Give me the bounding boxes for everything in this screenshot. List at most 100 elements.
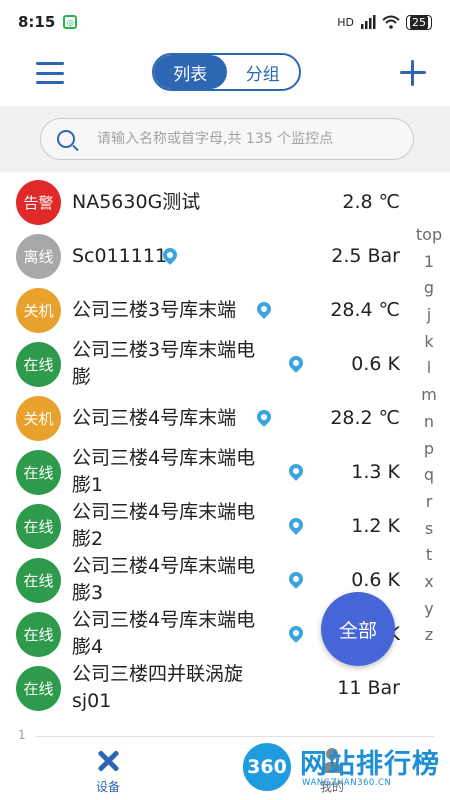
watermark: 360 网站排行榜 WANGZHAN360.CN: [236, 734, 450, 800]
device-value: 11 Bar: [337, 677, 400, 699]
device-name: 公司三楼3号库末端: [72, 297, 272, 324]
device-name: 公司三楼3号库末端电膨: [72, 337, 272, 391]
device-name-line: 公司三楼4号库末端电: [72, 609, 256, 631]
watermark-title: 网站排行榜: [300, 749, 440, 780]
index-letter[interactable]: l: [427, 355, 431, 382]
device-value: 2.8 ℃: [342, 191, 400, 213]
tab-list[interactable]: 列表: [154, 55, 227, 89]
all-filter-button[interactable]: 全部: [321, 592, 395, 666]
device-value: 0.6 K: [351, 569, 400, 591]
location-pin-icon[interactable]: [288, 518, 304, 538]
index-letter[interactable]: x: [424, 569, 433, 596]
device-name-line: 膨: [72, 366, 92, 388]
status-badge: 在线: [16, 504, 61, 549]
location-pin-icon[interactable]: [288, 356, 304, 376]
app-notification-icon: ◎: [63, 15, 78, 29]
index-letter[interactable]: top: [416, 222, 442, 249]
device-name-line: NA5630G测试: [72, 191, 201, 213]
index-letter[interactable]: t: [426, 542, 432, 569]
signal-icon: HD: [337, 15, 354, 29]
index-letter[interactable]: q: [424, 462, 434, 489]
watermark-url: WANGZHAN360.CN: [302, 778, 392, 788]
device-name: 公司三楼四并联涡旋 sj01: [72, 661, 272, 715]
location-pin-icon[interactable]: [256, 302, 272, 322]
device-row[interactable]: 关机 公司三楼3号库末端 28.4 ℃: [0, 284, 410, 338]
status-badge: 告警: [16, 180, 61, 225]
device-name-line: 公司三楼4号库末端电: [72, 447, 256, 469]
index-letter[interactable]: j: [427, 302, 431, 329]
index-letter[interactable]: m: [421, 382, 437, 409]
signal-bars-icon: [361, 15, 376, 29]
device-name-line: 膨3: [72, 582, 104, 604]
device-value: 28.2 ℃: [330, 407, 400, 429]
header: 列表 分组: [0, 44, 450, 102]
location-pin-icon[interactable]: [256, 410, 272, 430]
tools-icon: [95, 748, 121, 774]
search-input[interactable]: [97, 131, 397, 147]
device-row[interactable]: 在线 公司三楼4号库末端电 膨2 1.2 K: [0, 500, 410, 554]
device-name: 公司三楼4号库末端电 膨4: [72, 607, 272, 661]
location-pin-icon[interactable]: [288, 626, 304, 646]
device-row[interactable]: 离线 Sc011111 2.5 Bar: [0, 230, 410, 284]
tab-group[interactable]: 分组: [227, 55, 300, 89]
tab-device[interactable]: 设备: [95, 748, 121, 795]
status-badge: 在线: [16, 666, 61, 711]
tab-device-label: 设备: [95, 780, 120, 794]
status-badge: 在线: [16, 558, 61, 603]
device-name: 公司三楼4号库末端电 膨1: [72, 445, 272, 499]
status-badge: 离线: [16, 234, 61, 279]
status-badge: 在线: [16, 612, 61, 657]
location-pin-icon[interactable]: [288, 572, 304, 592]
device-name-line: sj01: [72, 690, 112, 712]
status-badge: 在线: [16, 450, 61, 495]
device-value: 0.6 K: [351, 353, 400, 375]
device-name-line: 公司三楼4号库末端电: [72, 555, 256, 577]
status-time: 8:15: [18, 13, 56, 31]
device-name-line: 膨1: [72, 474, 104, 496]
device-row[interactable]: 在线 公司三楼4号库末端电 膨1 1.3 K: [0, 446, 410, 500]
index-letter[interactable]: p: [424, 436, 434, 463]
index-letter[interactable]: g: [424, 275, 434, 302]
status-bar: 8:15 ◎ HD 25: [0, 0, 450, 44]
wifi-icon: [382, 15, 400, 29]
device-value: 1.2 K: [351, 515, 400, 537]
device-name-line: 公司三楼四并联涡旋: [72, 663, 244, 685]
watermark-logo: 360: [240, 740, 294, 794]
device-name-line: 膨4: [72, 636, 104, 658]
menu-icon[interactable]: [36, 62, 64, 84]
device-row[interactable]: 告警 NA5630G测试 2.8 ℃: [0, 176, 410, 230]
device-name: 公司三楼4号库末端电 膨2: [72, 499, 272, 553]
location-pin-icon[interactable]: [162, 248, 178, 268]
search-box[interactable]: [40, 118, 414, 160]
status-badge: 关机: [16, 396, 61, 441]
index-letter[interactable]: k: [424, 329, 433, 356]
device-name-line: 公司三楼3号库末端: [72, 299, 237, 321]
device-name: 公司三楼4号库末端: [72, 405, 272, 432]
device-value: 1.3 K: [351, 461, 400, 483]
index-letter[interactable]: s: [425, 516, 433, 543]
add-icon[interactable]: [400, 60, 426, 86]
index-letter[interactable]: 1: [424, 249, 434, 276]
device-name-line: 公司三楼4号库末端电: [72, 501, 256, 523]
device-name: 公司三楼4号库末端电 膨3: [72, 553, 272, 607]
index-letter[interactable]: n: [424, 409, 434, 436]
status-badge: 关机: [16, 288, 61, 333]
index-letter[interactable]: z: [425, 622, 433, 649]
alphabet-index-bar[interactable]: top 1 g j k l m n p q r s t x y z: [412, 222, 446, 649]
search-icon: [57, 130, 75, 148]
device-name-line: 公司三楼4号库末端: [72, 407, 237, 429]
device-value: 28.4 ℃: [330, 299, 400, 321]
index-letter[interactable]: y: [424, 596, 433, 623]
battery-icon: 25: [406, 14, 432, 30]
device-row[interactable]: 在线 公司三楼3号库末端电膨 0.6 K: [0, 338, 410, 392]
view-segmented-control: 列表 分组: [152, 53, 301, 91]
device-name: NA5630G测试: [72, 189, 272, 216]
search-area: [0, 106, 450, 172]
device-name-line: 公司三楼3号库末端电: [72, 339, 256, 361]
device-row[interactable]: 关机 公司三楼4号库末端 28.2 ℃: [0, 392, 410, 446]
device-value: 2.5 Bar: [331, 245, 400, 267]
device-row[interactable]: 在线 公司三楼四并联涡旋 sj01 11 Bar: [0, 662, 410, 716]
index-letter[interactable]: r: [426, 489, 433, 516]
device-name-line: 膨2: [72, 528, 104, 550]
location-pin-icon[interactable]: [288, 464, 304, 484]
